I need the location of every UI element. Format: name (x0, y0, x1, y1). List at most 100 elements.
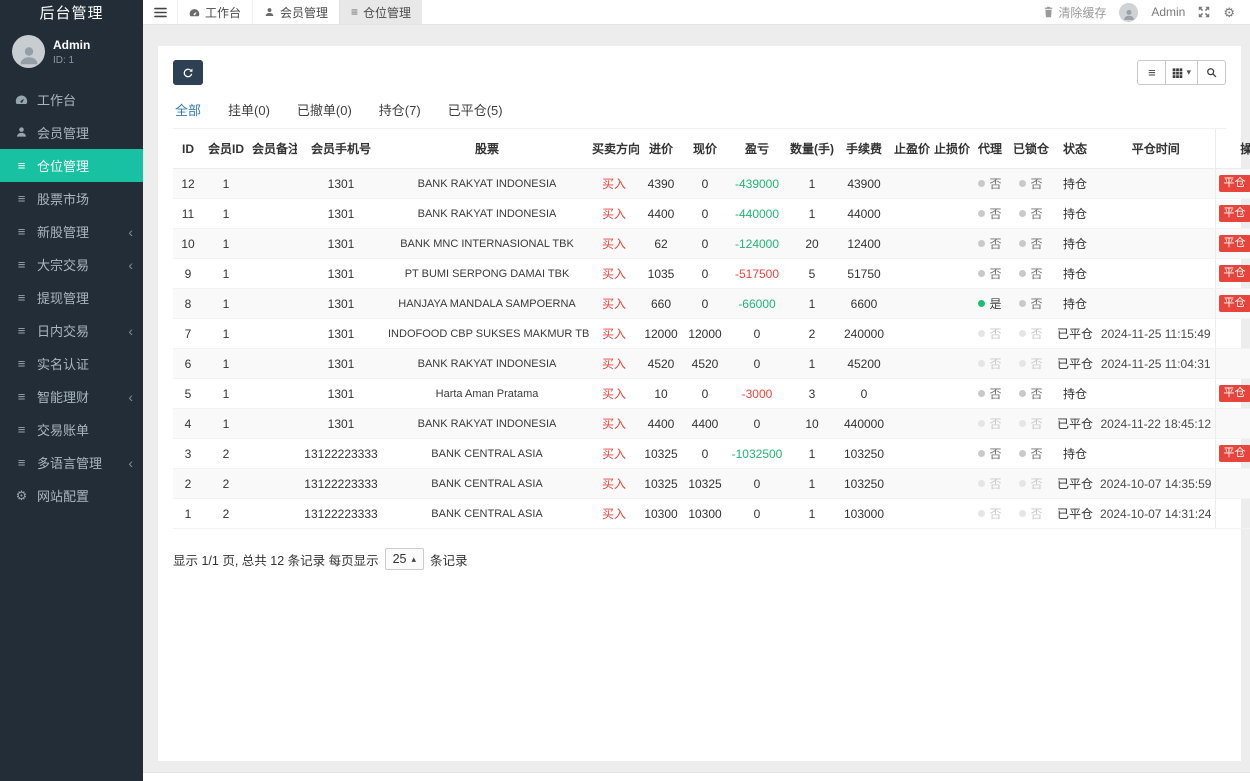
cell-quantity: 1 (787, 499, 837, 529)
cell-id: 7 (173, 319, 203, 349)
cell-close-time: 2024-11-25 11:15:49 (1097, 319, 1215, 349)
locked-dot-icon (1019, 180, 1026, 187)
sidebar-item-trade-bills[interactable]: ≡ 交易账单 (0, 413, 143, 446)
cell-locked: 否 (1009, 259, 1053, 289)
cell-close-time (1097, 289, 1215, 319)
columns-button[interactable]: ▾ (1165, 60, 1198, 85)
cell-entry-price: 10325 (639, 439, 683, 469)
caret-down-icon: ▾ (1186, 68, 1191, 77)
sidebar-user-panel: Admin ID: 1 (0, 28, 143, 77)
cell-phone: 1301 (297, 379, 385, 409)
filter-tab-all[interactable]: 全部 (175, 100, 201, 119)
close-position-button[interactable]: 平仓 (1219, 265, 1250, 282)
cell-locked: 否 (1009, 409, 1053, 439)
close-position-button[interactable]: 平仓 (1219, 205, 1250, 222)
sidebar-item-label: 交易账单 (37, 420, 89, 439)
main-content: ≡ ▾ 全部 挂单(0) 已撤单(0) 持 (143, 25, 1250, 772)
cell-direction: 买入 (589, 439, 639, 469)
sidebar-item-new-stock[interactable]: ≡ 新股管理 ‹ (0, 215, 143, 248)
cell-fee: 12400 (837, 229, 891, 259)
sidebar-item-members[interactable]: 会员管理 (0, 116, 143, 149)
cell-current-price: 0 (683, 199, 727, 229)
close-position-button[interactable]: 平仓 (1219, 385, 1250, 402)
cell-current-price: 0 (683, 439, 727, 469)
sidebar-item-stock-market[interactable]: ≡ 股票市场 (0, 182, 143, 215)
close-position-button[interactable]: 平仓 (1219, 445, 1250, 462)
cell-status: 持仓 (1053, 439, 1097, 469)
agent-label: 否 (989, 327, 1001, 341)
tab-members[interactable]: 会员管理 (252, 0, 339, 24)
fullscreen-icon[interactable] (1198, 6, 1210, 18)
close-position-button[interactable]: 平仓 (1219, 175, 1250, 192)
tab-workbench[interactable]: 工作台 (177, 0, 252, 24)
col-header-quantity: 数量(手) (787, 129, 837, 169)
filter-tab-holding[interactable]: 持仓(7) (379, 100, 421, 119)
toggle-view-button[interactable]: ≡ (1137, 60, 1166, 85)
pnl-value: -124000 (735, 237, 779, 251)
dashboard-icon (189, 7, 200, 18)
search-icon (1206, 67, 1217, 78)
sidebar-item-intraday[interactable]: ≡ 日内交易 ‹ (0, 314, 143, 347)
sidebar-item-site-config[interactable]: ⚙ 网站配置 (0, 479, 143, 512)
cell-entry-price: 10 (639, 379, 683, 409)
cell-id: 5 (173, 379, 203, 409)
agent-dot-icon (978, 420, 985, 427)
search-button[interactable] (1197, 60, 1226, 85)
pnl-value: 0 (754, 327, 761, 341)
filter-tab-closed[interactable]: 已平仓(5) (448, 100, 503, 119)
grid-icon (1172, 67, 1183, 78)
table-row: 11 1 1301 BANK RAKYAT INDONESIA 买入 4400 … (173, 199, 1250, 229)
close-position-button[interactable]: 平仓 (1219, 235, 1250, 252)
tab-positions[interactable]: ≡ 仓位管理 (339, 0, 422, 24)
topbar: 工作台 会员管理 ≡ 仓位管理 清除缓存 Admin ⚙ (143, 0, 1250, 25)
cell-member-note (249, 259, 297, 289)
sidebar-item-block-trade[interactable]: ≡ 大宗交易 ‹ (0, 248, 143, 281)
cell-direction: 买入 (589, 379, 639, 409)
cell-phone: 13122223333 (297, 439, 385, 469)
sidebar-item-kyc[interactable]: ≡ 实名认证 (0, 347, 143, 380)
cell-stop-loss (931, 469, 971, 499)
locked-label: 否 (1030, 237, 1042, 251)
agent-label: 否 (989, 507, 1001, 521)
hamburger-icon (154, 7, 167, 18)
cell-member-note (249, 379, 297, 409)
sidebar-item-positions[interactable]: ≡ 仓位管理 (0, 149, 143, 182)
close-position-button[interactable]: 平仓 (1219, 295, 1250, 312)
agent-dot-icon (978, 180, 985, 187)
cell-id: 8 (173, 289, 203, 319)
sidebar-toggle-button[interactable] (143, 0, 177, 24)
sidebar-item-withdrawals[interactable]: ≡ 提现管理 (0, 281, 143, 314)
cell-agent: 否 (971, 199, 1009, 229)
cell-take-profit (891, 199, 931, 229)
user-avatar[interactable] (1119, 3, 1138, 22)
locked-dot-icon (1019, 300, 1026, 307)
page-size-select[interactable]: 25 ▴ (385, 548, 424, 570)
cell-current-price: 10325 (683, 469, 727, 499)
cell-status: 持仓 (1053, 379, 1097, 409)
col-header-phone: 会员手机号 (297, 129, 385, 169)
user-avatar (12, 35, 45, 68)
sidebar-item-label: 会员管理 (37, 123, 89, 142)
tab-label: 仓位管理 (363, 4, 411, 21)
locked-dot-icon (1019, 360, 1026, 367)
status-filter-tabs: 全部 挂单(0) 已撤单(0) 持仓(7) 已平仓(5) (173, 100, 1226, 129)
cell-take-profit (891, 289, 931, 319)
cell-locked: 否 (1009, 199, 1053, 229)
cell-pnl: 0 (727, 409, 787, 439)
table-row: 7 1 1301 INDOFOOD CBP SUKSES MAKMUR TBK … (173, 319, 1250, 349)
cell-entry-price: 660 (639, 289, 683, 319)
filter-tab-pending[interactable]: 挂单(0) (228, 100, 270, 119)
cell-actions: 平仓锁仓 (1215, 199, 1250, 229)
cell-stock: BANK CENTRAL ASIA (385, 499, 589, 529)
filter-tab-cancelled[interactable]: 已撤单(0) (297, 100, 352, 119)
locked-dot-icon (1019, 450, 1026, 457)
sidebar-item-smart-finance[interactable]: ≡ 智能理财 ‹ (0, 380, 143, 413)
cell-stop-loss (931, 319, 971, 349)
settings-icon[interactable]: ⚙ (1223, 6, 1235, 19)
cell-id: 4 (173, 409, 203, 439)
sidebar-item-workbench[interactable]: 工作台 (0, 83, 143, 116)
sidebar-item-languages[interactable]: ≡ 多语言管理 ‹ (0, 446, 143, 479)
clear-cache-button[interactable]: 清除缓存 (1043, 4, 1106, 21)
cell-member-id: 1 (203, 259, 249, 289)
refresh-button[interactable] (173, 60, 203, 85)
